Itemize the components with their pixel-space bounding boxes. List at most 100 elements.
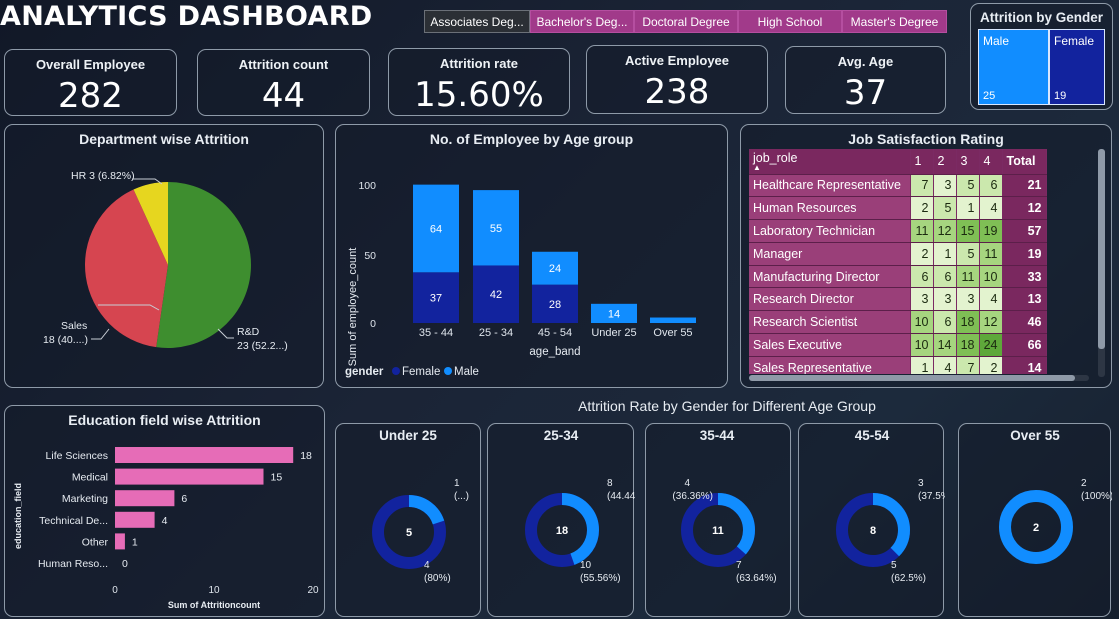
x-tick-label: 45 - 54 [538,327,572,339]
matrix-row-label: Healthcare Representative [749,174,911,198]
bar-data-label: 37 [430,293,442,305]
matrix-cell: 1 [956,196,980,221]
x-tick-label: 35 - 44 [419,327,453,339]
matrix-cell: 4 [979,287,1003,312]
donut-panel-35-44: 35-44 11 4 (36.36%) 7 (63.64%) [645,423,791,617]
matrix-row[interactable]: Human Resources 2 5 1 4 12 [749,196,1047,221]
slicer-doctoral-degree[interactable]: Doctoral Degree [634,10,738,33]
matrix-row-label: Sales Representative [749,356,911,374]
matrix-row-total: 66 [1002,333,1047,357]
age-group-bar-chart: Sum of employee_count 100 50 0 37 64 35 - … [345,180,696,378]
legend-female-label[interactable]: Female [402,366,440,378]
matrix-cell: 7 [910,174,934,198]
donut-title: 35-44 [700,428,735,443]
matrix-cell: 1 [933,242,957,266]
donut-panel-under-25: Under 25 5 1 (...) 4 (80%) [335,423,481,617]
y-tick-label: Technical De... [39,515,108,527]
matrix-cell: 6 [933,310,957,335]
job-satisfaction-matrix: job_role ▲ 1 2 3 4 Total Healthcare Repre… [749,149,1098,374]
matrix-row[interactable]: Research Director 3 3 3 4 13 [749,287,1047,312]
matrix-row[interactable]: Manager 2 1 5 11 19 [749,242,1047,266]
kpi-value: 238 [644,72,710,112]
legend-female-marker [392,367,400,375]
bar-data-label: 1 [132,536,138,548]
matrix-cell: 10 [979,265,1003,289]
matrix-header[interactable]: 3 [956,149,980,175]
donut-male-pct: (37.5%) [918,491,945,502]
donut-female-label: 5 [891,560,897,571]
leader-line [217,328,234,339]
edu-bar[interactable] [115,533,125,550]
matrix-header-total[interactable]: Total [1002,149,1047,175]
matrix-row-total: 46 [1002,310,1047,335]
matrix-row[interactable]: Manufacturing Director 6 6 11 10 33 [749,265,1047,289]
vertical-scrollbar[interactable] [1098,149,1105,377]
kpi-label: Overall Employee [35,57,146,72]
y-tick-label: Other [82,536,109,548]
matrix-cell: 4 [979,196,1003,221]
matrix-header[interactable]: 1 [910,149,934,175]
donut-male-pct: (...) [454,491,469,502]
education-bars[interactable]: Life Sciences 18 Medical 15 Marketing 6 Techni… [38,447,312,570]
x-tick-label: 20 [307,585,319,596]
matrix-header[interactable]: 4 [979,149,1003,175]
matrix-header-job-role[interactable]: job_role ▲ [749,149,911,175]
y-tick-label: 100 [358,180,376,192]
matrix-cell: 24 [979,333,1003,357]
donut-male-label: 1 [454,478,460,489]
matrix-row-label: Sales Executive [749,333,911,357]
kpi-card-active-employee: Active Employee 238 [586,45,768,114]
matrix-cell: 18 [956,310,980,335]
donut-female-label: 10 [580,560,592,571]
attrition-by-gender-panel: Attrition by Gender Male 25 Female 19 [970,3,1113,110]
edu-bar[interactable] [115,511,155,528]
matrix-cell: 19 [979,219,1003,243]
matrix-row-total: 19 [1002,242,1047,266]
bar-data-label: 6 [181,493,187,505]
matrix-cell: 2 [910,196,934,221]
treemap-tile-female[interactable]: Female 19 [1049,29,1105,105]
slicer-masters-degree[interactable]: Master's Degree [842,10,947,33]
bar-data-label: 42 [490,289,502,301]
matrix-header[interactable]: 2 [933,149,957,175]
matrix-row[interactable]: Sales Executive 10 14 18 24 66 [749,333,1047,357]
legend-male-label[interactable]: Male [454,366,479,378]
donut-chart: 25-34 18 8 (44.44%) 10 (55.56%) [525,428,648,584]
matrix-row[interactable]: Sales Representative 1 4 7 2 14 [749,356,1047,374]
edu-bar[interactable] [115,468,264,485]
matrix-row[interactable]: Research Scientist 10 6 18 12 46 [749,310,1047,335]
age-bars[interactable]: 37 64 35 - 44 42 55 25 - 34 28 24 45 - 54 14 Under… [413,184,696,339]
donut-female-pct: (62.5%) [891,573,926,584]
matrix-cell: 11 [956,265,980,289]
slicer-bachelors-degree[interactable]: Bachelor's Deg... [530,10,634,33]
pie-slices[interactable] [85,182,252,349]
donut-chart: Over 55 2 2 (100%) [999,428,1113,564]
panel-title: Job Satisfaction Rating [848,131,1004,147]
bar-male[interactable] [650,317,696,323]
matrix-row-label: Research Director [749,287,911,312]
treemap-tile-male[interactable]: Male 25 [978,29,1049,105]
slicer-associates-degree[interactable]: Associates Deg... [424,10,530,33]
donuts-section-title: Attrition Rate by Gender for Different A… [578,398,876,414]
donut-chart: 45-54 8 3 (37.5%) 5 (62.5%) [836,428,953,584]
kpi-value: 282 [58,76,123,116]
edu-bar[interactable] [115,490,175,507]
matrix-row[interactable]: Healthcare Representative 7 3 5 6 21 [749,174,1047,198]
pie-slice-rd[interactable] [156,182,252,349]
treemap-value: 25 [983,90,996,102]
matrix-row-label: Human Resources [749,196,911,221]
hr-data-label: HR 3 (6.82%) [71,170,135,182]
matrix-cell: 1 [910,356,934,374]
legend-title: gender [345,366,384,378]
matrix-cell: 5 [933,196,957,221]
matrix-cell: 12 [933,219,957,243]
slicer-high-school[interactable]: High School [738,10,842,33]
x-tick-label: 10 [208,585,220,596]
donut-title: Under 25 [379,428,437,443]
horizontal-scrollbar[interactable] [749,375,1089,381]
rd-data-label: 23 (52.2...) [237,340,288,352]
edu-bar[interactable] [115,447,294,463]
matrix-row[interactable]: Laboratory Technician 11 12 15 19 57 [749,219,1047,243]
x-axis-title: Sum of Attritioncount [168,600,260,610]
kpi-value: 37 [843,73,888,113]
